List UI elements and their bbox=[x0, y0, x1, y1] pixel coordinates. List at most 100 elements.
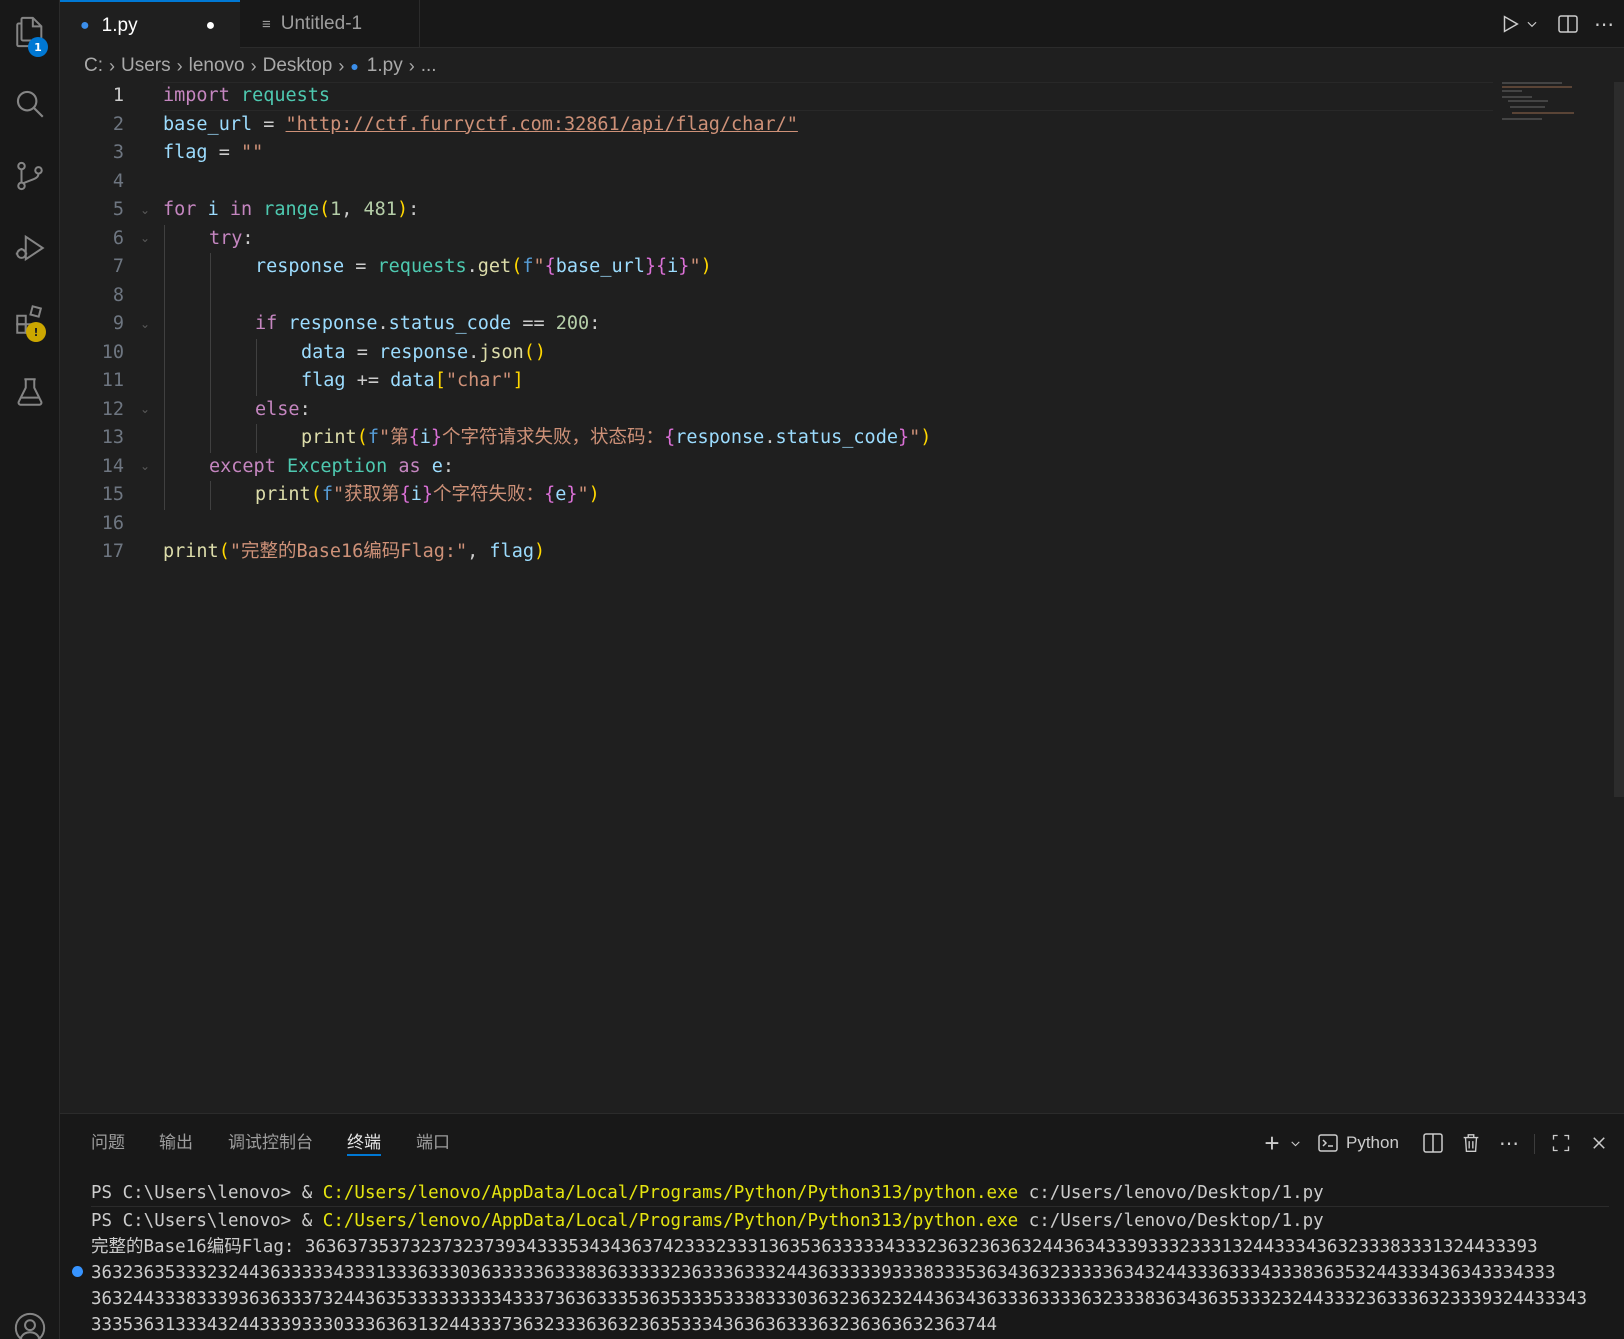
plus-icon: + bbox=[1264, 1127, 1280, 1158]
run-debug-icon bbox=[15, 234, 45, 262]
line-number: 17 bbox=[101, 541, 124, 562]
line-number: 3 bbox=[112, 142, 124, 163]
line-number: 14 bbox=[101, 455, 124, 477]
line-number: 15 bbox=[101, 484, 124, 505]
text-file-icon: ≡ bbox=[262, 15, 271, 33]
tab-untitled-1[interactable]: ≡ Untitled-1 bbox=[240, 0, 420, 48]
chevron-right-icon: › bbox=[408, 55, 415, 76]
fold-chevron-icon[interactable]: ⌄ bbox=[140, 203, 150, 217]
search-button[interactable] bbox=[0, 76, 60, 132]
code-line-10[interactable]: data = response.json() bbox=[301, 339, 546, 368]
panel-tab-output[interactable]: 输出 bbox=[159, 1130, 193, 1156]
code-line-5[interactable]: for i in range(1, 481): bbox=[163, 196, 419, 225]
code-line-14[interactable]: except Exception as e: bbox=[209, 453, 454, 482]
kill-terminal-button[interactable] bbox=[1456, 1128, 1486, 1158]
chevron-right-icon: › bbox=[176, 55, 183, 76]
fold-chevron-icon[interactable]: ⌄ bbox=[140, 231, 150, 245]
modified-dot-icon[interactable]: ● bbox=[206, 17, 216, 35]
fold-chevron-icon[interactable]: ⌄ bbox=[140, 459, 150, 473]
code-line-17[interactable]: print("完整的Base16编码Flag:", flag) bbox=[163, 538, 545, 567]
command-separator bbox=[91, 1206, 1609, 1207]
panel-tab-problems[interactable]: 问题 bbox=[91, 1130, 125, 1156]
command-decoration-icon[interactable] bbox=[72, 1266, 83, 1277]
indent-guide bbox=[210, 253, 211, 453]
terminal-output-line: 3335363133343244333933303336363132443337… bbox=[91, 1315, 998, 1335]
code-line-1[interactable]: import requests bbox=[163, 82, 330, 111]
terminal-dropdown-button[interactable] bbox=[1286, 1128, 1304, 1158]
code-line-12[interactable]: else: bbox=[255, 396, 311, 425]
panel-tab-debug-console[interactable]: 调试控制台 bbox=[228, 1130, 313, 1156]
code-line-6[interactable]: try: bbox=[209, 225, 254, 254]
source-control-button[interactable] bbox=[0, 148, 60, 204]
indent-guide bbox=[164, 225, 165, 510]
current-line-highlight bbox=[163, 82, 1493, 111]
testing-button[interactable] bbox=[0, 364, 60, 420]
breadcrumb-item[interactable]: lenovo bbox=[189, 55, 245, 77]
chevron-right-icon: › bbox=[250, 55, 257, 76]
run-debug-button[interactable] bbox=[0, 220, 60, 276]
extensions-button[interactable]: ! bbox=[0, 292, 60, 348]
line-number: 10 bbox=[101, 341, 124, 363]
code-line-2[interactable]: base_url = "http://ctf.furryctf.com:3286… bbox=[163, 111, 798, 140]
indent-guide bbox=[256, 339, 257, 396]
panel-tab-ports[interactable]: 端口 bbox=[416, 1130, 450, 1156]
chevron-right-icon: › bbox=[109, 55, 115, 76]
terminal-shell-selector[interactable]: Python bbox=[1316, 1128, 1399, 1158]
split-terminal-button[interactable] bbox=[1418, 1128, 1448, 1158]
close-icon bbox=[1593, 1137, 1605, 1149]
python-file-icon: ● bbox=[80, 16, 90, 34]
code-line-15[interactable]: print(f"获取第{i}个字符失败：{e}") bbox=[255, 481, 600, 510]
tab-label: 1.py bbox=[101, 14, 138, 36]
close-panel-button[interactable] bbox=[1584, 1128, 1614, 1158]
terminal-output-line: 3632443338333936363337324436353333333334… bbox=[91, 1289, 1588, 1309]
line-number: 6 bbox=[112, 227, 124, 249]
line-number: 12 bbox=[101, 398, 124, 420]
breadcrumb-item[interactable]: 1.py bbox=[367, 55, 403, 77]
line-number: 5 bbox=[112, 199, 124, 220]
beaker-icon bbox=[17, 378, 43, 406]
code-line-9[interactable]: if response.status_code == 200: bbox=[255, 310, 600, 339]
terminal-output-line: 3632363533323244363333343331333633303633… bbox=[91, 1263, 1556, 1283]
tab-1-py[interactable]: ● 1.py ● bbox=[60, 0, 240, 49]
play-icon bbox=[1503, 15, 1519, 33]
split-editor-button[interactable] bbox=[1552, 8, 1584, 40]
terminal-output-line: 完整的Base16编码Flag: 36363735373237323739343… bbox=[91, 1237, 1538, 1257]
fold-chevron-icon[interactable]: ⌄ bbox=[140, 317, 150, 331]
more-actions-button[interactable]: ⋯ bbox=[1588, 8, 1620, 40]
maximize-panel-button[interactable] bbox=[1546, 1128, 1576, 1158]
code-line-11[interactable]: flag += data["char"] bbox=[301, 367, 524, 396]
accounts-button[interactable] bbox=[0, 1300, 60, 1339]
code-line-7[interactable]: response = requests.get(f"{base_url}{i}"… bbox=[255, 253, 712, 282]
new-terminal-button[interactable]: + bbox=[1258, 1128, 1286, 1158]
line-number: 4 bbox=[112, 170, 124, 192]
fold-chevron-icon[interactable]: ⌄ bbox=[140, 402, 150, 416]
terminal-command-line: PS C:\Users\lenovo> & C:/Users/lenovo/Ap… bbox=[91, 1211, 1324, 1231]
breadcrumb-item[interactable]: C: bbox=[84, 55, 103, 77]
terminal-command-line: PS C:\Users\lenovo> & C:/Users/lenovo/Ap… bbox=[91, 1183, 1324, 1203]
breadcrumb-item[interactable]: ... bbox=[421, 55, 437, 77]
terminal-more-button[interactable]: ⋯ bbox=[1494, 1128, 1524, 1158]
split-icon bbox=[1423, 1133, 1443, 1153]
chevron-down-icon bbox=[1290, 1140, 1300, 1146]
chevron-down-icon bbox=[1527, 21, 1537, 28]
editor-scrollbar[interactable] bbox=[1614, 82, 1624, 797]
source-control-icon bbox=[17, 161, 43, 191]
python-file-icon: ● bbox=[350, 58, 359, 74]
run-dropdown-button[interactable] bbox=[1522, 8, 1542, 40]
ellipsis-icon: ⋯ bbox=[1594, 12, 1614, 36]
warning-badge: ! bbox=[26, 322, 46, 342]
breadcrumb-item[interactable]: Desktop bbox=[263, 55, 333, 77]
activity-bar: 1 ! bbox=[0, 0, 60, 1339]
explorer-badge: 1 bbox=[28, 37, 48, 57]
minimap[interactable] bbox=[1500, 82, 1580, 122]
line-number: 11 bbox=[101, 370, 124, 391]
panel-tab-terminal[interactable]: 终端 bbox=[347, 1130, 381, 1156]
trash-icon bbox=[1463, 1134, 1479, 1152]
code-line-13[interactable]: print(f"第{i}个字符请求失败，状态码：{response.status… bbox=[301, 424, 931, 453]
line-number: 8 bbox=[112, 284, 124, 306]
line-number: 9 bbox=[112, 313, 124, 334]
breadcrumb-item[interactable]: Users bbox=[121, 55, 171, 77]
line-number: 1 bbox=[112, 85, 124, 106]
explorer-button[interactable]: 1 bbox=[0, 4, 60, 60]
code-line-3[interactable]: flag = "" bbox=[163, 139, 263, 168]
